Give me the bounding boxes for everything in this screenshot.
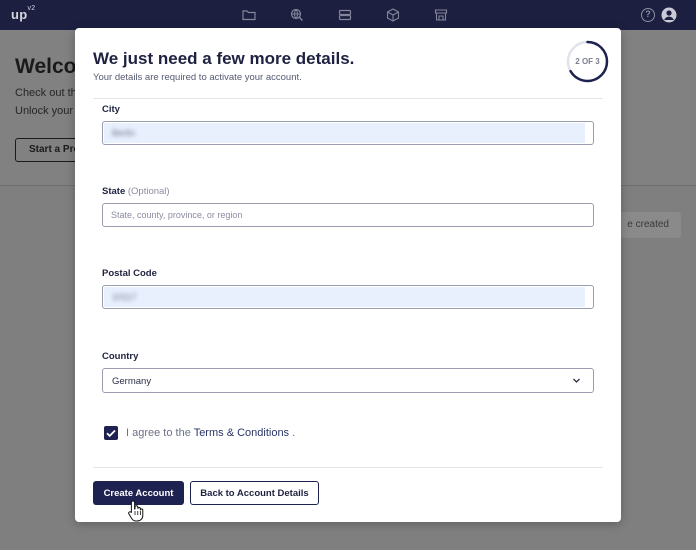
postal-code-label: Postal Code	[102, 268, 157, 279]
help-icon[interactable]: ?	[641, 8, 655, 22]
step-indicator: 2 OF 3	[575, 57, 600, 66]
autofill-highlight	[104, 123, 585, 143]
modal-title: We just need a few more details.	[93, 49, 355, 68]
folder-icon[interactable]	[241, 7, 257, 23]
country-select[interactable]: Germany	[102, 368, 594, 393]
server-icon[interactable]	[337, 7, 353, 23]
optional-hint: (Optional)	[127, 186, 170, 197]
state-input[interactable]	[102, 203, 594, 227]
checkmark-icon	[106, 429, 116, 438]
autofill-highlight	[104, 287, 585, 307]
cube-icon[interactable]	[385, 7, 401, 23]
storefront-icon[interactable]	[433, 7, 449, 23]
city-label: City	[102, 104, 120, 115]
header-divider	[93, 98, 603, 99]
postal-code-field[interactable]: 10117	[102, 285, 594, 309]
country-label: Country	[102, 351, 139, 362]
country-selected-value: Germany	[112, 376, 152, 387]
app-logo[interactable]: upv2	[11, 5, 35, 22]
user-icon[interactable]	[661, 7, 677, 23]
welcome-text-line: Unlock your	[15, 105, 74, 117]
terms-link[interactable]: Terms & Conditions	[194, 427, 289, 439]
city-field[interactable]: Berlin	[102, 121, 594, 145]
city-value: Berlin	[112, 128, 136, 138]
back-to-account-details-button[interactable]: Back to Account Details	[190, 481, 319, 505]
globe-search-icon[interactable]	[289, 7, 305, 23]
account-details-modal: We just need a few more details. Your de…	[75, 28, 621, 522]
modal-subtitle: Your details are required to activate yo…	[93, 72, 302, 83]
footer-divider	[93, 467, 603, 468]
top-navigation-bar: upv2 ?	[0, 0, 696, 30]
hand-cursor-icon	[128, 500, 144, 522]
terms-checkbox[interactable]	[104, 426, 118, 440]
state-label: State (Optional)	[102, 186, 170, 197]
welcome-text-line: Check out th	[15, 87, 77, 99]
chevron-down-icon	[573, 378, 580, 383]
postal-code-value: 10117	[112, 292, 137, 302]
terms-agreement-text: I agree to the Terms & Conditions .	[126, 427, 296, 439]
